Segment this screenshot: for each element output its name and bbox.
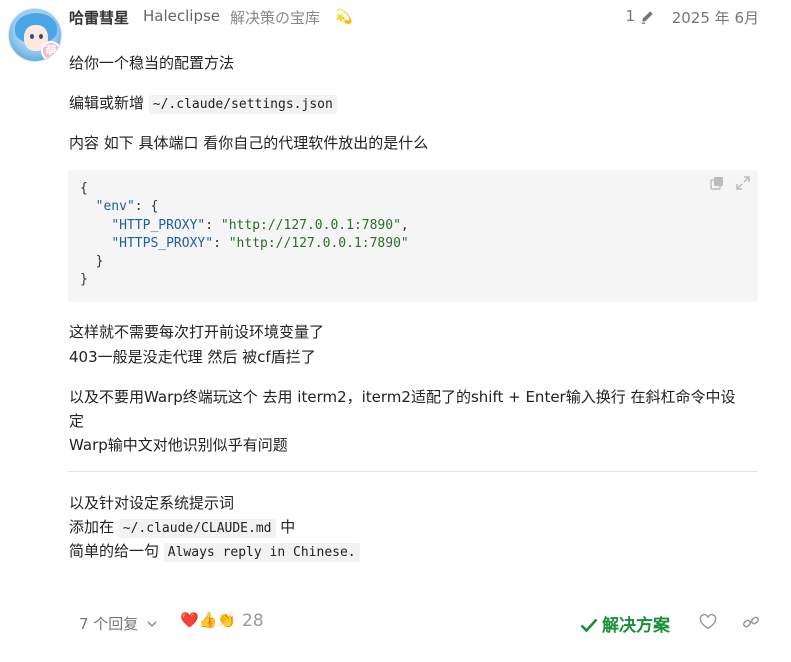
- sparkle-star-icon: 💫: [335, 9, 353, 25]
- avatar-eye-left: [30, 34, 34, 39]
- divider: [68, 471, 758, 472]
- author-username[interactable]: 哈雷彗星: [69, 7, 129, 28]
- post-paragraph: 403一般是没走代理 然后 被cf盾拦了: [69, 348, 316, 366]
- reactions-button[interactable]: ❤️👍👏: [180, 611, 236, 629]
- post-paragraph: 简单的给一句 Always reply in Chinese.: [69, 540, 360, 562]
- check-icon: [580, 618, 598, 633]
- post-paragraph: 添加在 ~/.claude/CLAUDE.md 中: [69, 516, 296, 538]
- inline-code: Always reply in Chinese.: [163, 543, 360, 562]
- inline-code: ~/.claude/CLAUDE.md: [118, 519, 276, 538]
- link-icon[interactable]: [742, 614, 760, 630]
- inline-code: ~/.claude/settings.json: [148, 95, 337, 114]
- post-paragraph: 给你一个稳当的配置方法: [69, 54, 235, 72]
- author-full-name[interactable]: Haleclipse: [143, 7, 220, 25]
- reaction-count[interactable]: 28: [242, 611, 264, 631]
- post-paragraph: 编辑或新增 ~/.claude/settings.json: [69, 92, 337, 114]
- edit-count: 1: [625, 7, 635, 25]
- heart-icon[interactable]: [699, 614, 717, 630]
- expand-icon[interactable]: [736, 176, 750, 190]
- solution-label: 解决方案: [602, 616, 670, 636]
- paragraph-text: 添加在: [69, 518, 119, 536]
- post-paragraph: Warp输中文对他识别似乎有问题: [69, 436, 288, 454]
- code-block: { "env": { "HTTP_PROXY": "http://127.0.0…: [68, 170, 758, 302]
- avatar-eye-right: [39, 34, 43, 39]
- replies-label: 7 个回复: [79, 615, 139, 633]
- avatar-badge: 萌: [41, 41, 61, 61]
- post-paragraph: 以及不要用Warp终端玩这个 去用 iterm2，iterm2适配了的shift…: [69, 388, 736, 406]
- post-paragraph: 定: [69, 412, 85, 430]
- pencil-icon[interactable]: [639, 10, 655, 24]
- chevron-down-icon: [147, 621, 157, 627]
- replies-toggle-button[interactable]: 7 个回复: [79, 613, 157, 634]
- paragraph-text: 简单的给一句: [69, 542, 164, 560]
- code-block-toolbar: [710, 176, 750, 190]
- post-date[interactable]: 2025 年 6月: [672, 7, 759, 28]
- edit-history-button[interactable]: 1: [625, 7, 635, 25]
- post-header: 哈雷彗星 Haleclipse 解决策の宝库 💫 1 2025 年 6月: [69, 7, 759, 27]
- paragraph-text: 中: [275, 518, 296, 536]
- post-paragraph: 以及针对设定系统提示词: [69, 494, 235, 512]
- paragraph-text: 编辑或新增: [69, 94, 149, 112]
- author-title: 解决策の宝库: [230, 9, 321, 27]
- avatar[interactable]: 萌: [8, 8, 62, 62]
- solution-button[interactable]: 解决方案: [580, 611, 670, 636]
- code-content: { "env": { "HTTP_PROXY": "http://127.0.0…: [80, 181, 409, 288]
- post-paragraph: 这样就不需要每次打开前设环境变量了: [69, 323, 325, 341]
- copy-icon[interactable]: [710, 176, 724, 190]
- post-paragraph: 内容 如下 具体端口 看你自己的代理软件放出的是什么: [69, 134, 429, 152]
